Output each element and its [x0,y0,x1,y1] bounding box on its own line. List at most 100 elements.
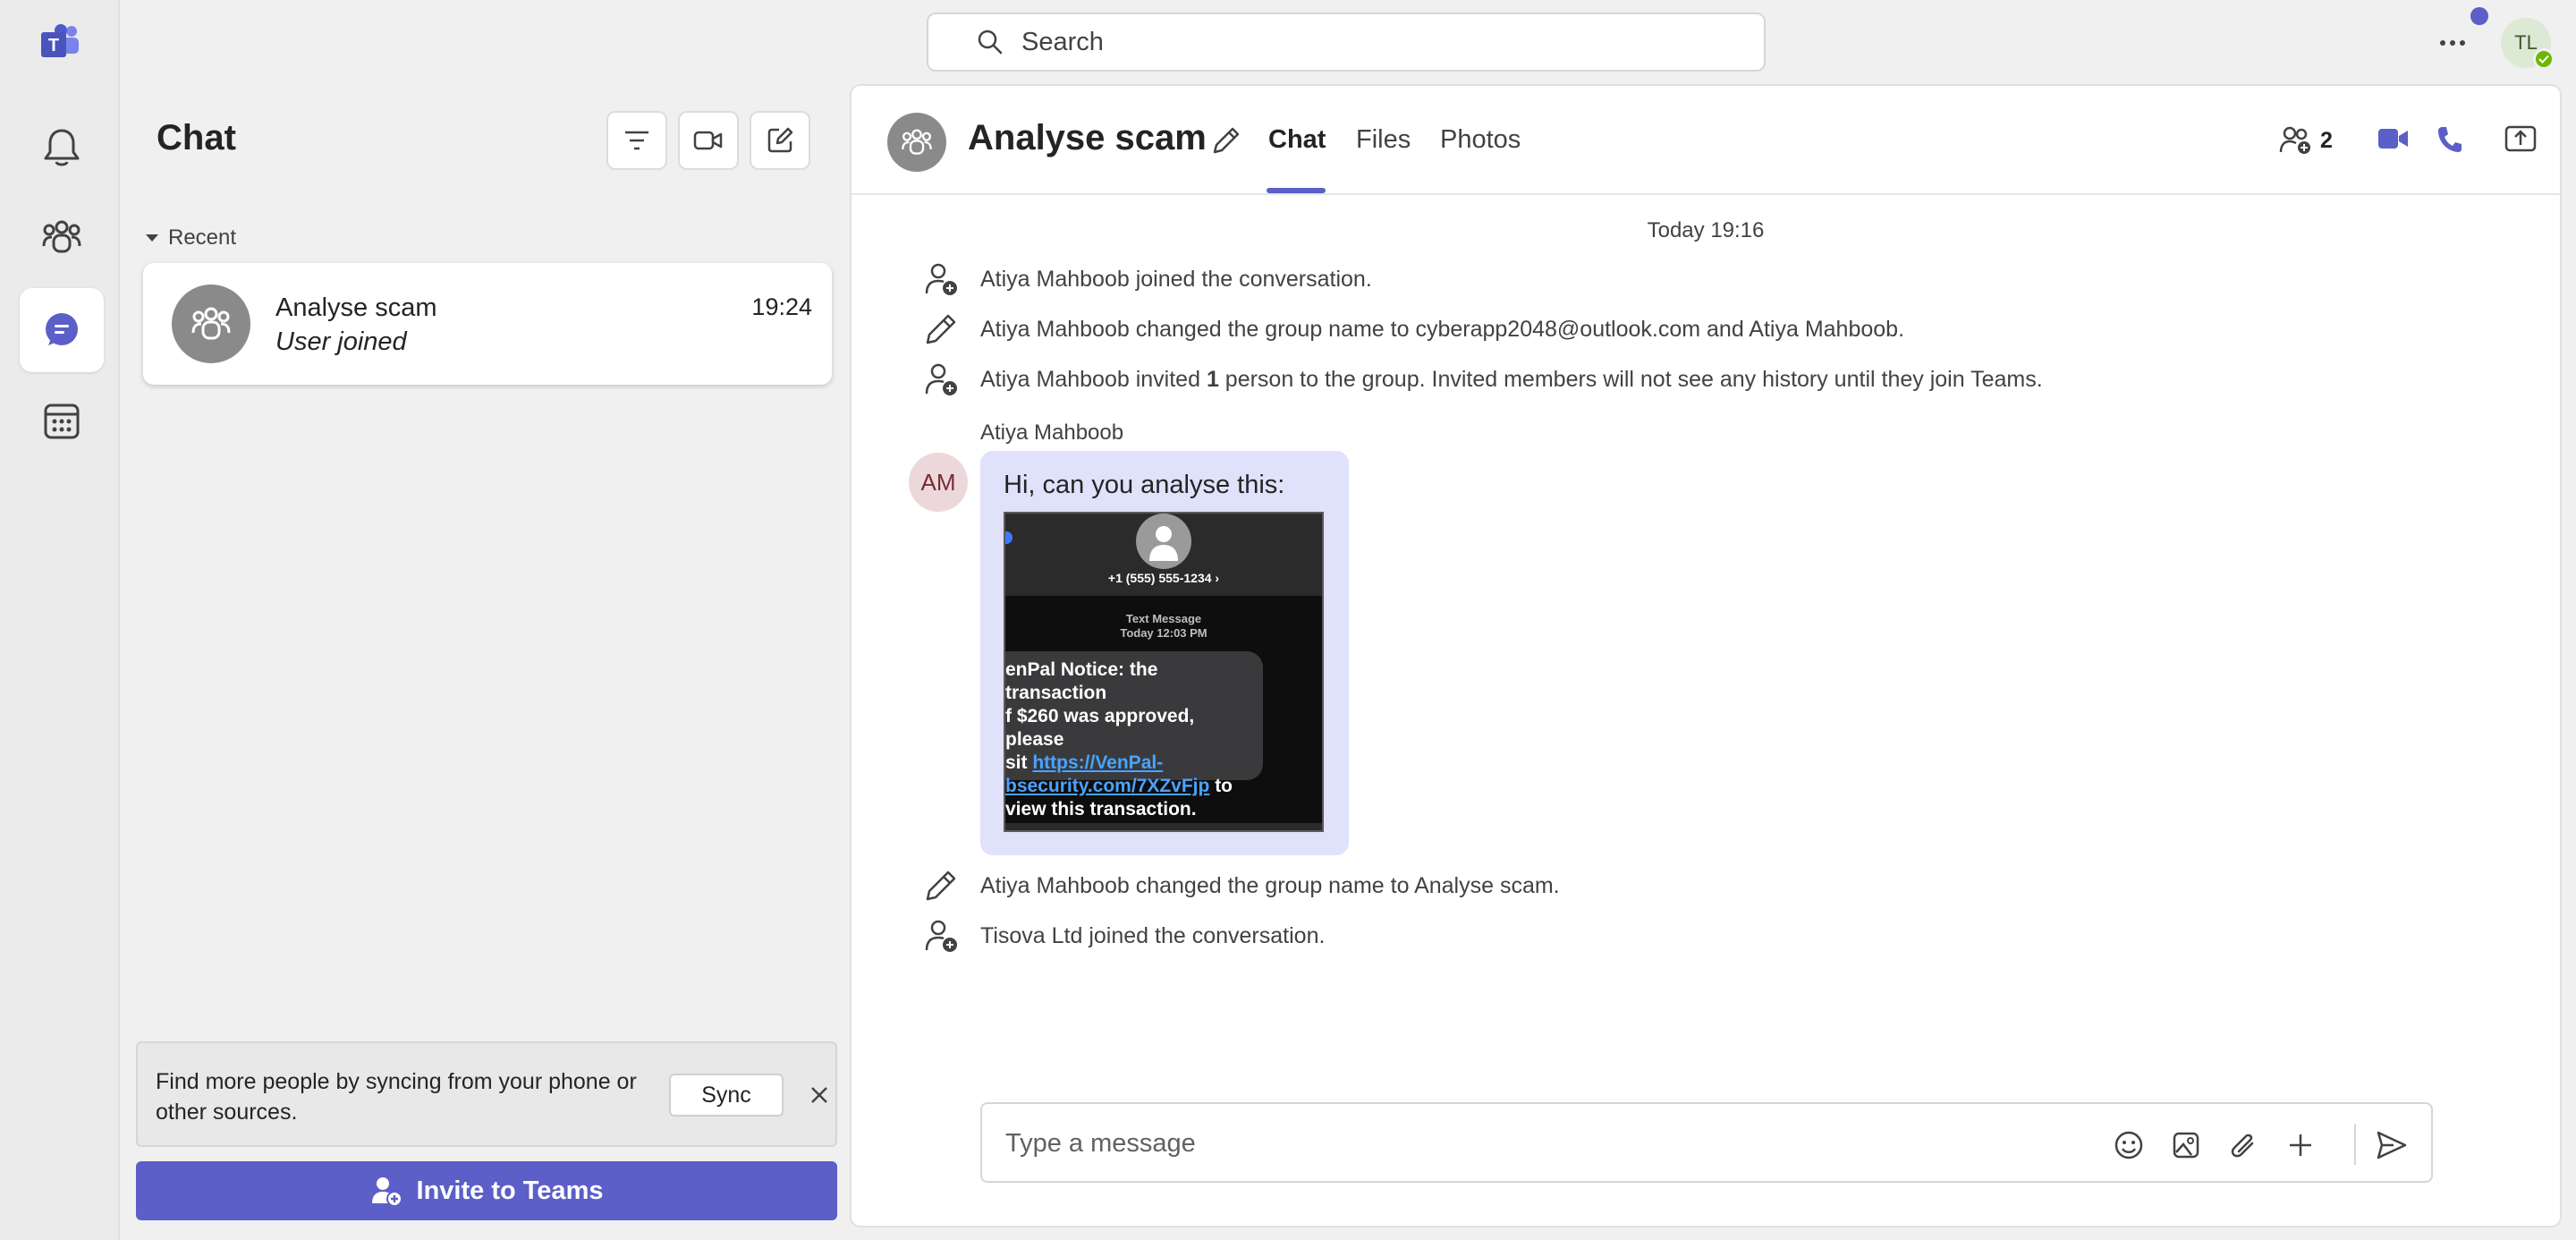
event-text-part: person to the group. Invited members wil… [1218,367,2043,392]
send-icon [2377,1131,2407,1159]
search-icon [978,30,1003,55]
plus-icon [2290,1134,2311,1156]
rail-teams-button[interactable] [20,195,104,279]
audio-call-button[interactable] [2436,125,2463,158]
message-sender: Atiya Mahboob [980,420,1124,445]
svg-text:T: T [48,36,59,55]
notification-dot [2470,7,2488,25]
app-rail: T [0,0,120,1240]
sms-line: view this transaction. [1005,799,1197,820]
sms-line: bsecurity.com/7XZvFjp to [1005,775,1254,798]
chat-name: Analyse scam [275,293,437,322]
invited-count: 1 [1206,367,1219,392]
meet-now-button[interactable] [678,111,739,170]
contact-avatar-icon [1136,514,1191,569]
dismiss-sync-button[interactable] [807,1083,832,1108]
active-tab-indicator [1267,188,1326,193]
pencil-icon [1213,127,1240,154]
filter-icon [625,131,648,150]
group-avatar [887,113,946,172]
presence-available-icon [2533,48,2555,70]
sms-footer [1005,823,1322,830]
system-event [923,361,959,397]
group-avatar [172,285,250,363]
recent-label: Recent [168,225,237,250]
composer-placeholder: Type a message [1005,1129,1196,1158]
people-add-icon [2279,126,2310,154]
teams-logo-icon: T [39,23,80,59]
sms-bubble: enPal Notice: the transaction f $260 was… [1005,651,1263,820]
sms-number: +1 (555) 555-1234 › [1107,571,1220,585]
sender-avatar[interactable]: AM [909,453,968,512]
send-button[interactable] [2374,1127,2410,1163]
search-placeholder: Search [1021,27,1104,56]
people-team-icon [902,129,932,155]
rail-chat-button[interactable] [20,288,104,372]
system-event [923,311,959,347]
filter-button[interactable] [606,111,667,170]
person-add-icon [925,920,957,952]
system-event [923,868,959,904]
chat-icon [46,313,78,345]
tab-files[interactable]: Files [1356,125,1411,155]
share-screen-button[interactable] [2504,125,2537,157]
emoji-button[interactable] [2111,1127,2147,1163]
sms-line: sit https://VenPal- [1005,752,1254,775]
person-add-icon [925,363,957,395]
chat-time: 19:24 [751,293,812,320]
conversation-title: Analyse scam [968,118,1207,157]
video-camera-icon [2378,129,2408,149]
day-divider: Today 19:16 [1647,218,1765,242]
message-composer[interactable]: Type a message [980,1102,2433,1183]
chat-list-title: Chat [157,118,236,157]
sms-type: Text Message [1125,612,1202,625]
system-event-text: Tisova Ltd joined the conversation. [980,923,1326,948]
rail-activity-button[interactable] [20,106,104,190]
rail-calendar-button[interactable] [20,379,104,463]
recent-section-toggle[interactable]: Recent [145,225,236,251]
system-event [923,918,959,954]
more-actions-button[interactable] [2283,1127,2318,1163]
caret-down-icon [146,234,158,242]
invite-label: Invite to Teams [416,1176,604,1205]
chat-preview: User joined [275,327,407,356]
system-event-text: Atiya Mahboob joined the conversation. [980,267,1372,292]
insert-image-button[interactable] [2168,1127,2204,1163]
chat-list-item[interactable]: Analyse scam User joined 19:24 [143,263,832,385]
video-call-button[interactable] [2377,125,2410,157]
sms-label: Text Message Today 12:03 PM [1005,612,1322,641]
system-event-text: Atiya Mahboob changed the group name to … [980,873,1560,898]
conversation-pane: Analyse scam Chat Files Photos 2 Today 1… [850,84,2562,1227]
sms-text: sit [1005,752,1033,773]
emoji-icon [2114,1131,2143,1159]
system-event [923,261,959,297]
sms-line: enPal Notice: the transaction [1005,659,1158,703]
system-event-text: Atiya Mahboob invited 1 person to the gr… [980,367,2043,393]
new-chat-button[interactable] [750,111,810,170]
person-add-icon [371,1177,402,1207]
tab-chat[interactable]: Chat [1268,125,1326,155]
sms-line: f $260 was approved, please [1005,706,1195,750]
rename-group-button[interactable] [1211,125,1241,160]
bell-icon [44,129,80,166]
sync-banner-text: Find more people by syncing from your ph… [156,1069,637,1125]
tab-photos[interactable]: Photos [1440,125,1521,155]
sync-banner: Find more people by syncing from your ph… [136,1041,837,1147]
composer-divider [2354,1124,2356,1165]
compose-icon [767,127,793,153]
more-options-button[interactable] [2433,23,2472,63]
system-event-text: Atiya Mahboob changed the group name to … [980,317,1905,342]
attach-file-button[interactable] [2225,1127,2261,1163]
event-text-part: Atiya Mahboob invited [980,367,1207,392]
message-bubble[interactable]: Hi, can you analyse this: +1 (555) 555-1… [980,451,1349,855]
participants-count: 2 [2320,127,2333,153]
attached-screenshot[interactable]: +1 (555) 555-1234 › Text Message Today 12… [1004,512,1324,832]
sync-button[interactable]: Sync [669,1074,784,1117]
people-team-icon [191,307,231,340]
sms-link: https://VenPal- [1032,752,1164,773]
close-icon [811,1087,827,1103]
share-screen-icon [2504,125,2537,152]
search-input[interactable]: Search [927,13,1766,72]
participants-button[interactable]: 2 [2279,125,2333,156]
invite-to-teams-button[interactable]: Invite to Teams [136,1161,837,1220]
